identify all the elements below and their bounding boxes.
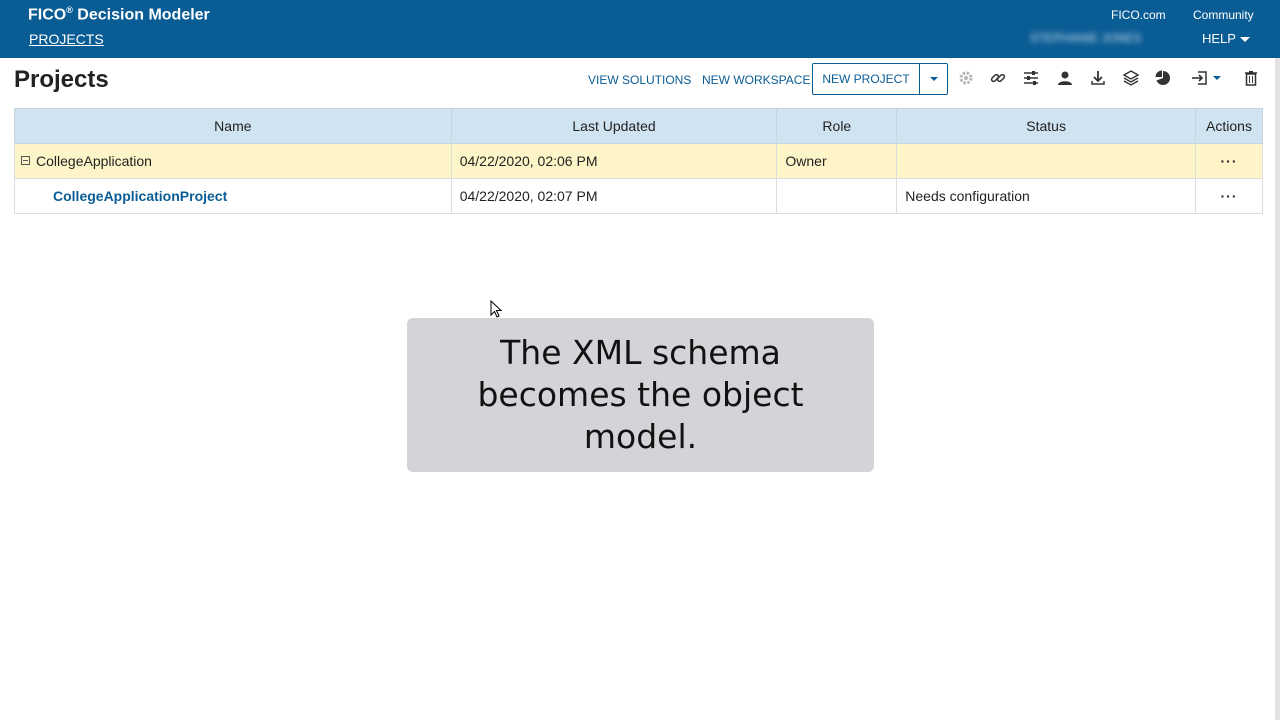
collapse-icon[interactable] <box>21 156 30 165</box>
new-workspace-button[interactable]: NEW WORKSPACE <box>702 73 810 87</box>
project-link[interactable]: CollegeApplicationProject <box>23 188 227 204</box>
new-project-split-button: NEW PROJECT <box>812 63 948 95</box>
download-icon[interactable] <box>1089 69 1107 87</box>
view-solutions-button[interactable]: VIEW SOLUTIONS <box>588 73 691 87</box>
caption-line: becomes the object <box>477 375 804 414</box>
mouse-cursor-icon <box>490 299 504 325</box>
chevron-down-icon <box>930 77 938 81</box>
role-cell <box>776 178 898 214</box>
name-cell: CollegeApplicationProject <box>14 178 452 214</box>
name-cell: CollegeApplication <box>14 143 452 179</box>
projects-table: Name Last Updated Role Status Actions Co… <box>14 108 1263 214</box>
table-header-row: Name Last Updated Role Status Actions <box>14 108 1263 144</box>
table-row[interactable]: CollegeApplication 04/22/2020, 02:06 PM … <box>14 143 1263 179</box>
chevron-down-icon <box>1239 37 1250 43</box>
table-row[interactable]: CollegeApplicationProject 04/22/2020, 02… <box>14 178 1263 214</box>
trash-icon[interactable] <box>1242 69 1260 87</box>
gear-icon[interactable] <box>957 69 975 87</box>
last-updated-cell: 04/22/2020, 02:07 PM <box>450 178 778 214</box>
last-updated-cell: 04/22/2020, 02:06 PM <box>450 143 778 179</box>
column-header-status[interactable]: Status <box>896 108 1196 144</box>
column-header-actions: Actions <box>1195 108 1263 144</box>
community-link[interactable]: Community <box>1193 8 1254 22</box>
help-menu[interactable]: HELP <box>1202 31 1250 46</box>
fico-com-link[interactable]: FICO.com <box>1111 8 1166 22</box>
column-header-last-updated[interactable]: Last Updated <box>450 108 778 144</box>
nav-projects-link[interactable]: PROJECTS <box>29 31 104 47</box>
user-menu[interactable]: STEPHANIE JONES <box>1030 31 1141 45</box>
new-project-button[interactable]: NEW PROJECT <box>813 64 919 94</box>
row-actions-menu[interactable]: ··· <box>1195 178 1263 214</box>
workspace-name[interactable]: CollegeApplication <box>36 153 152 169</box>
sliders-icon[interactable] <box>1022 69 1040 87</box>
status-cell: Needs configuration <box>896 178 1196 214</box>
scrollbar[interactable] <box>1275 58 1280 720</box>
top-navbar: FICO® Decision Modeler PROJECTS FICO.com… <box>0 0 1280 58</box>
pie-chart-icon[interactable] <box>1154 69 1172 87</box>
app-brand: FICO® Decision Modeler <box>28 5 210 24</box>
layers-icon[interactable] <box>1122 69 1140 87</box>
column-header-role[interactable]: Role <box>776 108 898 144</box>
page-title: Projects <box>14 66 109 93</box>
caption-overlay: The XML schema becomes the object model. <box>407 318 874 472</box>
caption-line: The XML schema <box>500 333 781 372</box>
caption-line: model. <box>583 417 698 456</box>
column-header-name[interactable]: Name <box>14 108 452 144</box>
export-menu[interactable] <box>1191 69 1223 87</box>
new-project-dropdown[interactable] <box>919 64 947 94</box>
user-icon[interactable] <box>1056 69 1074 87</box>
row-actions-menu[interactable]: ··· <box>1195 143 1263 179</box>
role-cell: Owner <box>776 143 898 179</box>
link-icon[interactable] <box>989 69 1007 87</box>
status-cell <box>896 143 1196 179</box>
